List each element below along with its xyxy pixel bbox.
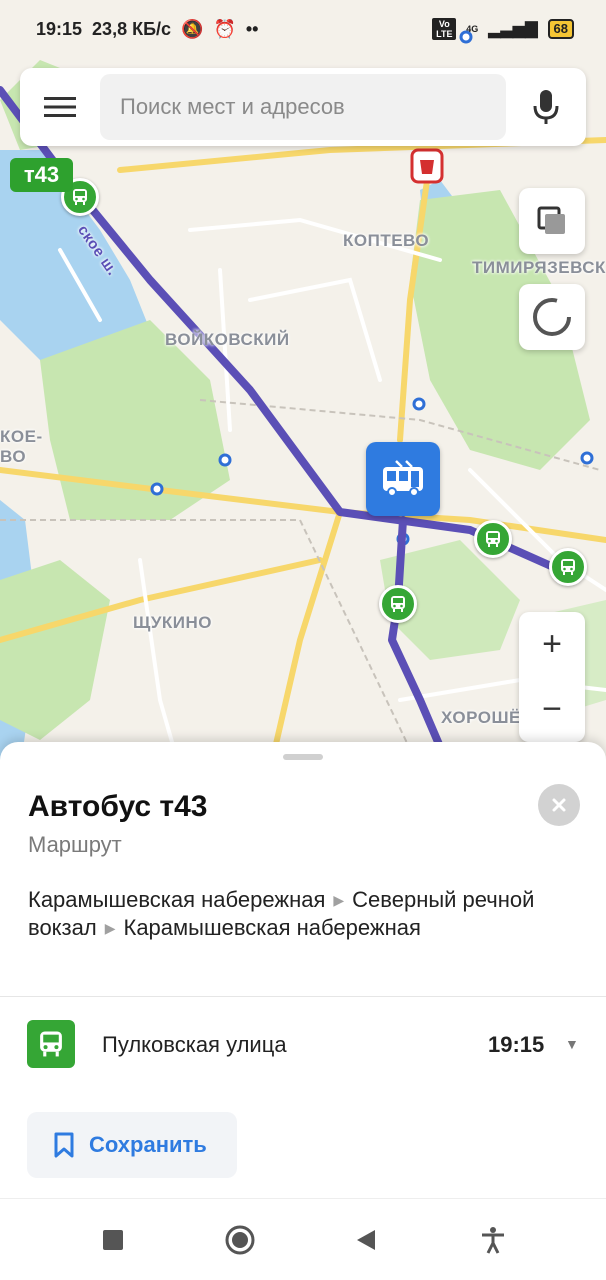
route-arrow-icon: ▶ bbox=[333, 892, 345, 908]
bus-icon bbox=[486, 531, 500, 547]
home-button[interactable] bbox=[210, 1210, 270, 1270]
bus-stop-pin[interactable] bbox=[549, 548, 587, 586]
route-title: Автобус т43 bbox=[28, 790, 208, 823]
accessibility-icon bbox=[481, 1226, 504, 1254]
layers-icon bbox=[537, 206, 565, 234]
route-number-badge[interactable]: т43 bbox=[10, 158, 73, 192]
square-icon bbox=[103, 1229, 124, 1250]
zoom-in-button[interactable]: + bbox=[519, 612, 585, 677]
route-stops-summary: Карамышевская набережная ▶ Северный речной… bbox=[28, 886, 548, 942]
compass-button[interactable] bbox=[519, 284, 585, 350]
more-icon: •• bbox=[245, 18, 259, 39]
loading-circle-icon bbox=[533, 298, 571, 336]
zoom-out-button[interactable]: − bbox=[519, 677, 585, 742]
status-time: 19:15 bbox=[36, 18, 83, 39]
bus-icon bbox=[391, 596, 405, 612]
hamburger-icon bbox=[44, 97, 76, 117]
bus-stop-pin[interactable] bbox=[379, 585, 417, 623]
battery-indicator: 68 bbox=[547, 19, 574, 39]
volte-icon: Vo LTE bbox=[432, 18, 457, 40]
district-label: КОЕ- bbox=[0, 427, 43, 446]
stop-arrival-time: 19:15 bbox=[488, 1032, 545, 1057]
route-info-sheet: Автобус т43 Маршрут Карамышевская набере… bbox=[0, 742, 606, 1198]
back-triangle-icon bbox=[357, 1229, 376, 1250]
search-bar: Поиск мест и адресов bbox=[20, 68, 586, 146]
layers-button[interactable] bbox=[519, 188, 585, 254]
route-end-stop: Карамышевская набережная bbox=[123, 915, 421, 940]
recents-button[interactable] bbox=[83, 1210, 143, 1270]
save-button[interactable]: Сохранить bbox=[27, 1112, 237, 1178]
mute-icon: 🔕 bbox=[181, 18, 204, 39]
district-label: ВОЙКОВСКИЙ bbox=[165, 330, 290, 349]
menu-button[interactable] bbox=[20, 68, 100, 146]
trolleybus-marker[interactable] bbox=[366, 442, 440, 516]
stop-name: Пулковская улица bbox=[102, 1032, 287, 1057]
close-button[interactable] bbox=[538, 784, 580, 826]
route-start-stop: Карамышевская набережная bbox=[28, 887, 326, 912]
district-label: ТИМИРЯЗЕВСК bbox=[472, 258, 606, 277]
route-arrow-icon: ▶ bbox=[104, 920, 116, 936]
bookmark-icon bbox=[54, 1132, 74, 1158]
alarm-icon: ⏰ bbox=[213, 18, 236, 39]
close-icon bbox=[552, 798, 566, 812]
trolleybus-icon bbox=[383, 460, 423, 497]
nearest-stop-row[interactable]: Пулковская улица 19:15 ▼ bbox=[0, 1016, 606, 1072]
route-subtitle: Маршрут bbox=[28, 832, 122, 857]
search-input[interactable]: Поиск мест и адресов bbox=[100, 74, 506, 140]
divider bbox=[0, 996, 606, 997]
save-button-label: Сохранить bbox=[89, 1132, 207, 1157]
district-label: ВО bbox=[0, 447, 27, 466]
bus-icon bbox=[73, 189, 87, 205]
sheet-drag-handle[interactable] bbox=[283, 754, 323, 760]
status-bar: 19:15 23,8 КБ/с 🔕 ⏰ •• Vo LTE 4G ▂▃▅▇ 68 bbox=[0, 0, 606, 58]
network-label: 4G bbox=[466, 24, 479, 34]
bus-icon bbox=[27, 1020, 75, 1068]
status-speed: 23,8 КБ/с bbox=[92, 18, 172, 39]
microphone-icon bbox=[533, 90, 559, 124]
signal-icon: ▂▃▅▇ bbox=[488, 21, 538, 38]
bus-stop-pin[interactable] bbox=[474, 520, 512, 558]
chevron-down-icon[interactable]: ▼ bbox=[565, 1036, 579, 1052]
district-label: ЩУКИНО bbox=[133, 613, 212, 632]
bus-icon bbox=[561, 559, 575, 575]
voice-search-button[interactable] bbox=[506, 68, 586, 146]
system-navigation-bar bbox=[0, 1198, 606, 1280]
district-label: КОПТЕВО bbox=[343, 231, 430, 250]
accessibility-button[interactable] bbox=[463, 1210, 523, 1270]
back-button[interactable] bbox=[336, 1210, 396, 1270]
zoom-controls: + − bbox=[519, 612, 585, 742]
home-circle-icon bbox=[225, 1225, 255, 1254]
